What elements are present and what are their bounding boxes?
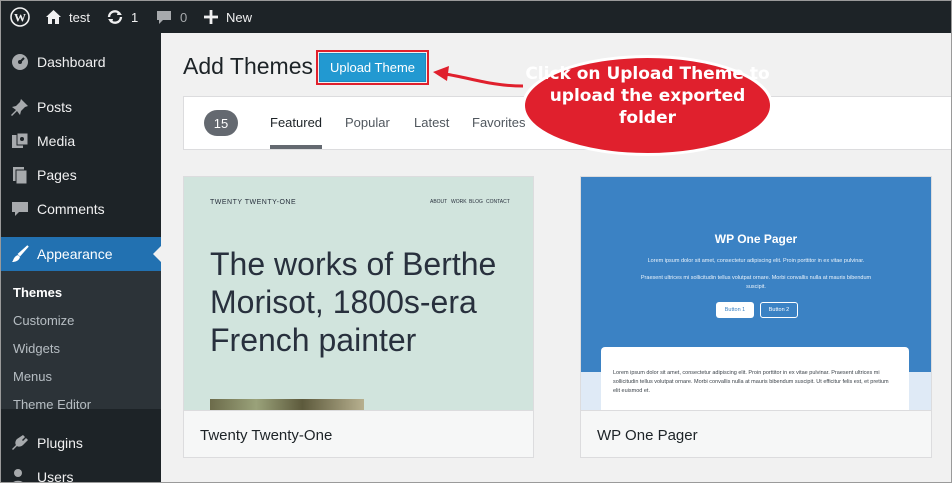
- users-icon: [10, 467, 30, 482]
- sidebar-item-comments[interactable]: Comments: [1, 192, 161, 226]
- theme-card-wp-one-pager[interactable]: WP One Pager Lorem ipsum dolor sit amet,…: [580, 176, 932, 458]
- tab-favorites[interactable]: Favorites: [472, 115, 525, 130]
- preview-nav-item: BLOG: [469, 199, 483, 205]
- active-indicator: [153, 246, 161, 262]
- callout-text: Click on Upload Theme to upload the expo…: [525, 64, 770, 128]
- preview-content-panel: Lorem ipsum dolor sit amet, consectetur …: [601, 347, 909, 410]
- preview-nav-item: CONTACT: [486, 199, 510, 205]
- submenu-item-themes[interactable]: Themes: [13, 285, 62, 300]
- submenu-item-customize[interactable]: Customize: [13, 313, 74, 328]
- preview-heading: WP One Pager: [714, 232, 798, 246]
- sidebar-item-label: Users: [37, 469, 74, 483]
- callout-arrow-icon: [433, 66, 524, 88]
- theme-name: WP One Pager: [597, 427, 698, 444]
- preview-nav-item: WORK: [451, 199, 467, 205]
- screenshot-frame: W test 1 0 New Dashboard Posts Media Pag…: [0, 0, 952, 483]
- theme-count-badge: 15: [204, 110, 238, 136]
- sidebar-item-label: Appearance: [37, 246, 113, 262]
- sidebar-item-appearance[interactable]: Appearance: [1, 237, 161, 271]
- sidebar-item-label: Pages: [37, 167, 77, 183]
- comment-icon: [10, 199, 30, 219]
- preview-panel-text: Lorem ipsum dolor sit amet, consectetur …: [613, 370, 889, 394]
- media-icon: [10, 131, 30, 151]
- preview-nav-item: ABOUT: [430, 199, 448, 205]
- pages-icon: [10, 165, 30, 185]
- preview-brand: TWENTY TWENTY-ONE: [210, 199, 297, 206]
- theme-screenshot: WP One Pager Lorem ipsum dolor sit amet,…: [581, 177, 931, 410]
- sidebar-item-dashboard[interactable]: Dashboard: [1, 45, 161, 79]
- preview-button-1: Button 1: [716, 302, 754, 318]
- plus-icon: [204, 10, 218, 24]
- sidebar-item-posts[interactable]: Posts: [1, 90, 161, 124]
- sidebar-item-media[interactable]: Media: [1, 124, 161, 158]
- sidebar-item-label: Plugins: [37, 435, 83, 451]
- preview-paragraph: Lorem ipsum dolor sit amet, consectetur …: [647, 258, 865, 264]
- site-name: test: [69, 9, 90, 25]
- sidebar-item-pages[interactable]: Pages: [1, 158, 161, 192]
- submenu-item-widgets[interactable]: Widgets: [13, 341, 60, 356]
- home-icon: [45, 9, 62, 25]
- plugin-icon: [10, 433, 30, 453]
- submenu-item-menus[interactable]: Menus: [13, 369, 52, 384]
- updates-icon: [106, 9, 124, 25]
- comments-link[interactable]: 0: [156, 1, 187, 33]
- site-name-link[interactable]: test: [45, 1, 90, 33]
- preview-paragraph: Praesent ultrices mi sollicitudin tellus…: [640, 275, 872, 290]
- svg-text:W: W: [14, 11, 26, 25]
- tab-featured[interactable]: Featured: [270, 115, 322, 130]
- tab-popular[interactable]: Popular: [345, 115, 390, 130]
- admin-sidebar: Dashboard Posts Media Pages Comments App…: [1, 33, 161, 483]
- sidebar-item-label: Dashboard: [37, 54, 106, 70]
- page-title: Add Themes: [183, 53, 313, 79]
- preview-button-2: Button 2: [760, 302, 798, 318]
- tab-latest[interactable]: Latest: [414, 115, 449, 130]
- pin-icon: [10, 97, 30, 117]
- preview-painting-image: [210, 399, 364, 410]
- sidebar-item-label: Media: [37, 133, 76, 149]
- theme-card-twenty-twenty-one[interactable]: TWENTY TWENTY-ONE ABOUT WORK BLOG CONTAC…: [183, 176, 534, 458]
- preview-headline: The works of Berthe Morisot, 1800s-era F…: [210, 246, 497, 358]
- dashboard-icon: [10, 52, 30, 72]
- sidebar-item-plugins[interactable]: Plugins: [1, 426, 161, 460]
- submenu-item-theme-editor[interactable]: Theme Editor: [13, 397, 91, 412]
- new-content-link[interactable]: New: [204, 1, 252, 33]
- admin-bar: W test 1 0 New: [1, 1, 951, 33]
- upload-theme-button[interactable]: Upload Theme: [316, 50, 429, 85]
- theme-screenshot: TWENTY TWENTY-ONE ABOUT WORK BLOG CONTAC…: [184, 177, 533, 410]
- updates-count: 1: [131, 9, 139, 25]
- active-tab-underline: [270, 145, 322, 149]
- sidebar-item-users[interactable]: Users: [1, 460, 161, 483]
- sidebar-item-label: Comments: [37, 201, 105, 217]
- brush-icon: [10, 244, 30, 264]
- updates-link[interactable]: 1: [106, 1, 138, 33]
- theme-name: Twenty Twenty-One: [200, 427, 333, 444]
- appearance-submenu: Themes Customize Widgets Menus Theme Edi…: [1, 271, 161, 412]
- comment-bubble-icon: [156, 9, 172, 25]
- new-label: New: [226, 9, 253, 25]
- sidebar-item-label: Posts: [37, 99, 73, 115]
- comments-count: 0: [180, 9, 188, 25]
- wordpress-logo-icon[interactable]: W: [10, 1, 30, 33]
